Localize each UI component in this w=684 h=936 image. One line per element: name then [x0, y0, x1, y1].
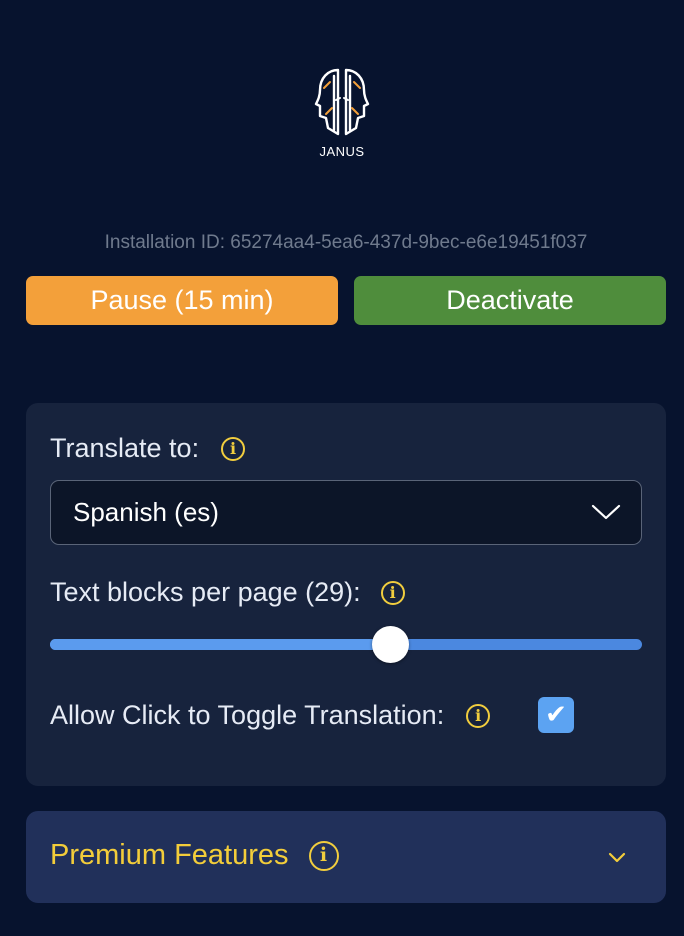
premium-features-section[interactable]: Premium Features i [26, 811, 666, 903]
info-icon[interactable]: i [221, 436, 246, 461]
blocks-label: Text blocks per page (29): [50, 577, 361, 607]
translate-label: Translate to: [50, 433, 200, 463]
language-select[interactable]: Spanish (es) [50, 480, 642, 545]
pause-button[interactable]: Pause (15 min) [26, 276, 338, 325]
janus-face-icon [314, 68, 370, 136]
chevron-down-icon[interactable] [608, 851, 626, 864]
chevron-down-icon [591, 504, 621, 520]
toggle-label: Allow Click to Toggle Translation: [50, 700, 445, 730]
info-icon[interactable]: i [466, 703, 491, 728]
toggle-translation-checkbox[interactable]: ✔ [538, 697, 574, 733]
installation-id: Installation ID: 65274aa4-5ea6-437d-9bec… [104, 232, 588, 253]
premium-title: Premium Features [50, 839, 289, 871]
settings-panel: Translate to: i Spanish (es) Text blocks… [26, 403, 666, 786]
blocks-slider[interactable] [50, 626, 642, 663]
blocks-row: Text blocks per page (29): i [50, 577, 405, 608]
info-icon[interactable]: i [308, 840, 339, 871]
logo: JANUS [0, 64, 684, 168]
premium-title-row: Premium Features i [50, 839, 339, 872]
blocks-slider-thumb[interactable] [372, 626, 410, 663]
deactivate-button[interactable]: Deactivate [354, 276, 666, 325]
info-icon[interactable]: i [380, 580, 405, 605]
toggle-row: Allow Click to Toggle Translation: i [50, 700, 491, 731]
translate-row: Translate to: i [50, 433, 246, 464]
language-select-value: Spanish (es) [73, 497, 219, 527]
blocks-slider-fill [50, 639, 391, 650]
logo-text: JANUS [319, 144, 365, 159]
